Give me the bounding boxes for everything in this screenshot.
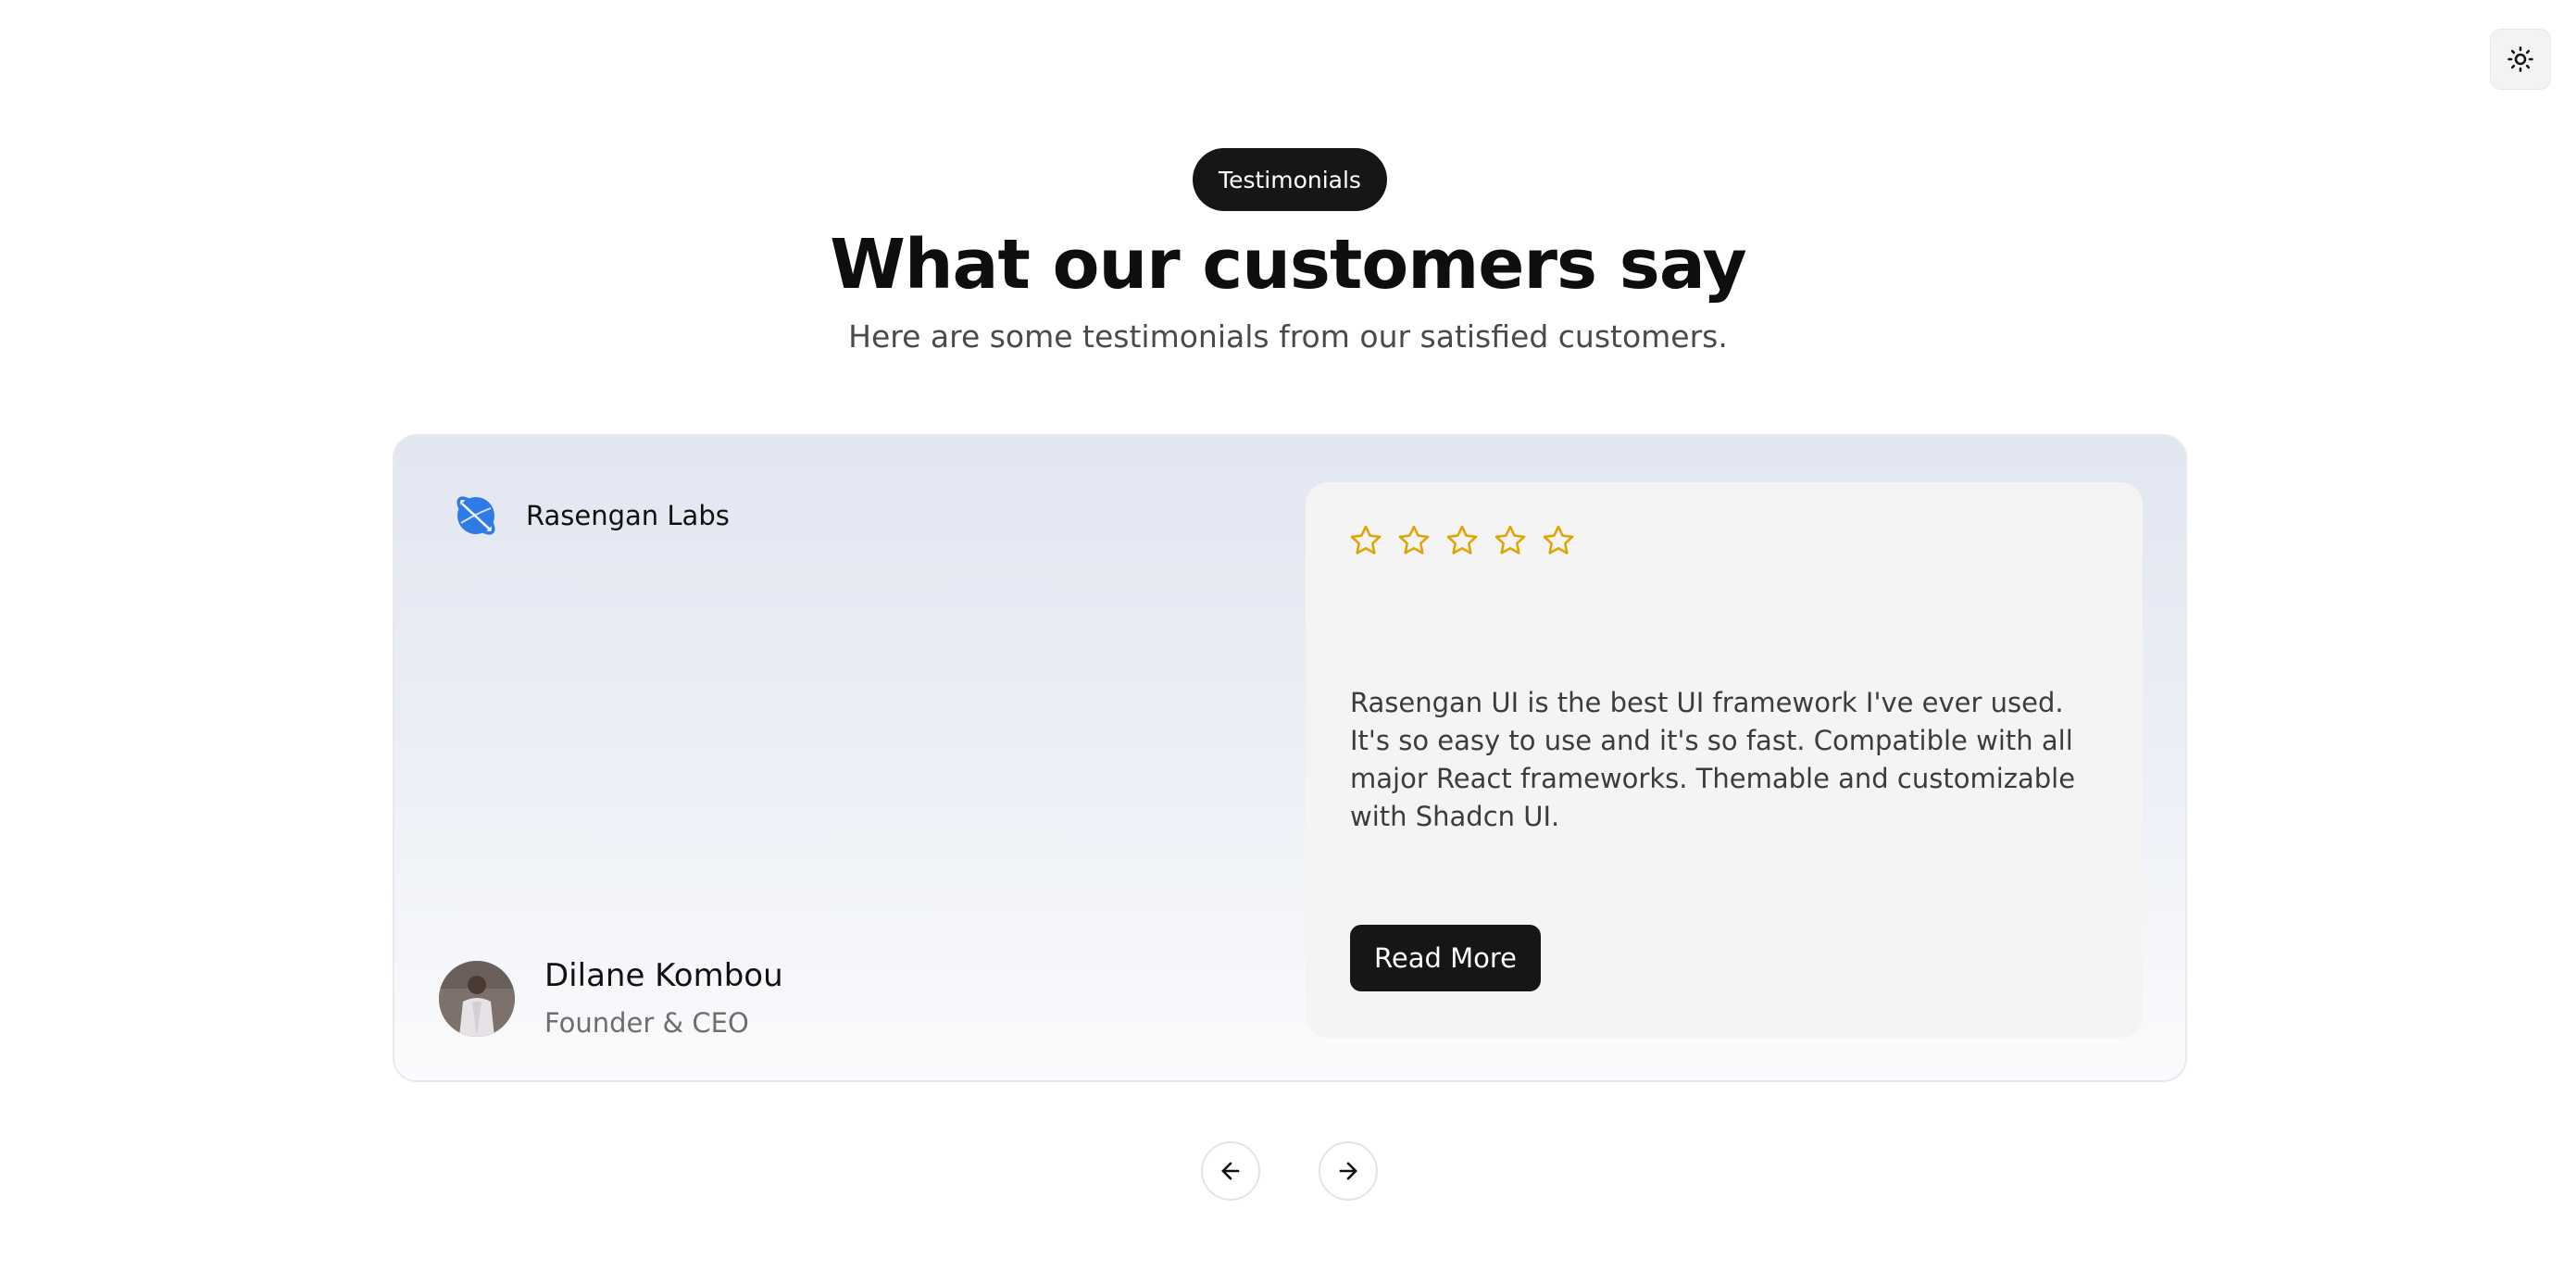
page-title: What our customers say bbox=[830, 225, 1747, 305]
star-icon bbox=[1446, 525, 1478, 554]
author-name: Dilane Kombou bbox=[544, 957, 783, 994]
company-info: Rasengan Labs bbox=[452, 492, 730, 540]
theme-toggle-button[interactable] bbox=[2490, 29, 2551, 90]
previous-button[interactable] bbox=[1201, 1141, 1260, 1201]
company-logo-icon bbox=[456, 496, 495, 535]
star-rating bbox=[1348, 523, 1589, 558]
next-button[interactable] bbox=[1319, 1141, 1378, 1201]
company-name: Rasengan Labs bbox=[526, 500, 730, 531]
testimonial-card: Rasengan Labs Dilane Kombou Founder & CE… bbox=[393, 434, 2187, 1082]
quote-panel: Rasengan UI is the best UI framework I'v… bbox=[1306, 482, 2143, 1038]
star-icon bbox=[1494, 525, 1526, 554]
page-subtitle: Here are some testimonials from our sati… bbox=[848, 318, 1728, 355]
testimonial-author: Dilane Kombou Founder & CEO bbox=[439, 954, 783, 1043]
arrow-left-icon bbox=[1221, 1162, 1240, 1180]
star-icon bbox=[1350, 525, 1382, 554]
testimonial-quote: Rasengan UI is the best UI framework I'v… bbox=[1350, 687, 2076, 832]
star-icon bbox=[1398, 525, 1430, 554]
section-badge: Testimonials bbox=[1193, 148, 1387, 211]
sun-icon bbox=[2507, 46, 2533, 72]
read-more-button[interactable]: Read More bbox=[1350, 925, 1541, 991]
avatar bbox=[439, 961, 515, 1037]
arrow-right-icon bbox=[1339, 1162, 1357, 1180]
star-icon bbox=[1543, 525, 1574, 554]
author-role: Founder & CEO bbox=[544, 1007, 749, 1039]
